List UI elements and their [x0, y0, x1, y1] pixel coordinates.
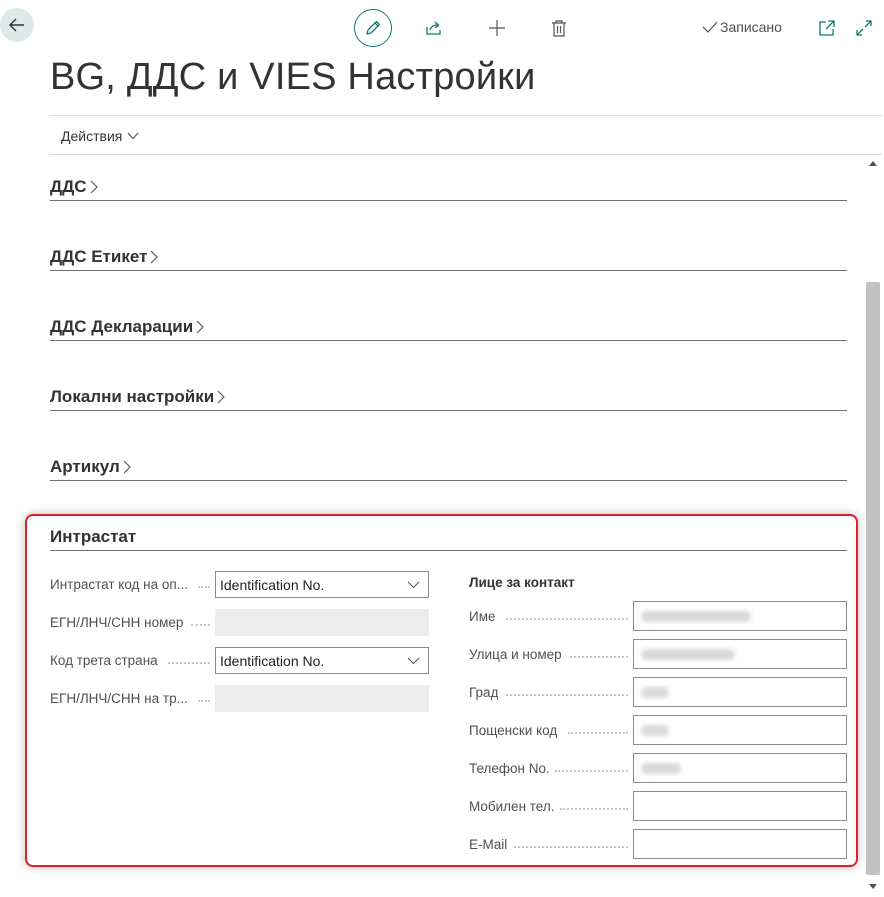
- field-label: Улица и номер: [469, 647, 562, 662]
- contact-name-input[interactable]: [633, 601, 847, 631]
- field-label: Град: [469, 685, 499, 700]
- checkmark-icon: [702, 21, 718, 33]
- chevron-right-icon: [123, 460, 131, 474]
- back-button[interactable]: [0, 8, 34, 42]
- section-title: Локални настройки: [50, 387, 215, 406]
- saved-label: Записано: [720, 19, 782, 35]
- chevron-down-icon: [407, 657, 420, 664]
- back-arrow-icon: [9, 18, 24, 32]
- contact-phone-input[interactable]: [633, 753, 847, 783]
- pencil-icon: [366, 20, 381, 35]
- dots-leader: [506, 694, 628, 696]
- expand-icon: [856, 20, 872, 36]
- contact-street-input[interactable]: [633, 639, 847, 669]
- section-title: ДДС: [50, 177, 87, 196]
- field-label: ЕГН/ЛНЧ/СНН номер: [50, 615, 184, 630]
- share-icon: [426, 21, 441, 35]
- dots-leader: [198, 700, 210, 702]
- dots-leader: [568, 732, 628, 734]
- chevron-right-icon: [217, 390, 225, 404]
- redacted-text: [641, 649, 735, 660]
- section-vat-declarations[interactable]: ДДС Декларации: [50, 317, 847, 341]
- redacted-text: [641, 611, 751, 622]
- intrastat-code-select[interactable]: Identification No.: [215, 571, 429, 598]
- section-title: ДДС Декларации: [50, 317, 194, 336]
- trash-icon: [552, 20, 566, 37]
- egn-number-field: [215, 609, 429, 636]
- dots-leader: [514, 846, 628, 848]
- redacted-text: [641, 763, 681, 774]
- chevron-down-icon: [127, 132, 139, 140]
- chevron-right-icon: [90, 180, 98, 194]
- select-value: Identification No.: [220, 576, 325, 593]
- actions-menu[interactable]: Действия: [61, 128, 139, 144]
- contact-postcode-input[interactable]: [633, 715, 847, 745]
- actions-divider: [50, 154, 882, 155]
- dots-leader: [555, 770, 628, 772]
- dots-leader: [570, 656, 628, 658]
- plus-icon: [489, 20, 505, 36]
- section-vat[interactable]: ДДС: [50, 177, 847, 201]
- chevron-right-icon: [151, 250, 159, 264]
- field-label: E-Mail: [469, 837, 508, 852]
- open-new-window-button[interactable]: [816, 17, 838, 39]
- section-title: Интрастат: [50, 527, 137, 546]
- section-item[interactable]: Артикул: [50, 457, 847, 481]
- new-button[interactable]: [485, 16, 509, 40]
- field-label: Мобилен тел.: [469, 799, 555, 814]
- select-value: Identification No.: [220, 652, 325, 669]
- field-label: Пощенски код: [469, 723, 558, 738]
- popout-icon: [819, 20, 835, 36]
- dots-leader: [198, 586, 210, 588]
- actions-label: Действия: [61, 128, 123, 144]
- chevron-down-icon: [407, 581, 420, 588]
- chevron-right-icon: [196, 320, 204, 334]
- scroll-down-arrow-icon[interactable]: [869, 884, 877, 890]
- contact-person-heading: Лице за контакт: [469, 575, 575, 590]
- section-intrastat[interactable]: Интрастат: [50, 527, 847, 551]
- dots-leader: [168, 662, 210, 664]
- contact-email-input[interactable]: [633, 829, 847, 859]
- edit-button[interactable]: [354, 9, 392, 47]
- title-divider: [50, 115, 882, 116]
- section-vat-label[interactable]: ДДС Етикет: [50, 247, 847, 271]
- contact-city-input[interactable]: [633, 677, 847, 707]
- section-title: Артикул: [50, 457, 120, 476]
- field-label: Интрастат код на оп...: [50, 577, 188, 592]
- delete-button[interactable]: [547, 16, 571, 40]
- dots-leader: [560, 808, 628, 810]
- redacted-text: [641, 725, 669, 736]
- scroll-up-arrow-icon[interactable]: [869, 160, 877, 166]
- section-local-settings[interactable]: Локални настройки: [50, 387, 847, 411]
- section-title: ДДС Етикет: [50, 247, 148, 266]
- saved-status: Записано: [702, 19, 782, 35]
- third-country-code-select[interactable]: Identification No.: [215, 647, 429, 674]
- expand-button[interactable]: [853, 17, 875, 39]
- field-label: Код трета страна: [50, 653, 158, 668]
- field-label: Телефон No.: [469, 761, 550, 776]
- page-title: BG, ДДС и VIES Настройки: [50, 56, 536, 98]
- share-button[interactable]: [422, 16, 446, 40]
- dots-leader: [191, 624, 210, 626]
- redacted-text: [641, 687, 669, 698]
- egn-third-party-field: [215, 685, 429, 712]
- field-label: Име: [469, 609, 496, 624]
- dots-leader: [506, 618, 628, 620]
- contact-mobile-input[interactable]: [633, 791, 847, 821]
- field-label: ЕГН/ЛНЧ/СНН на тр...: [50, 691, 188, 706]
- scrollbar-thumb[interactable]: [866, 282, 880, 875]
